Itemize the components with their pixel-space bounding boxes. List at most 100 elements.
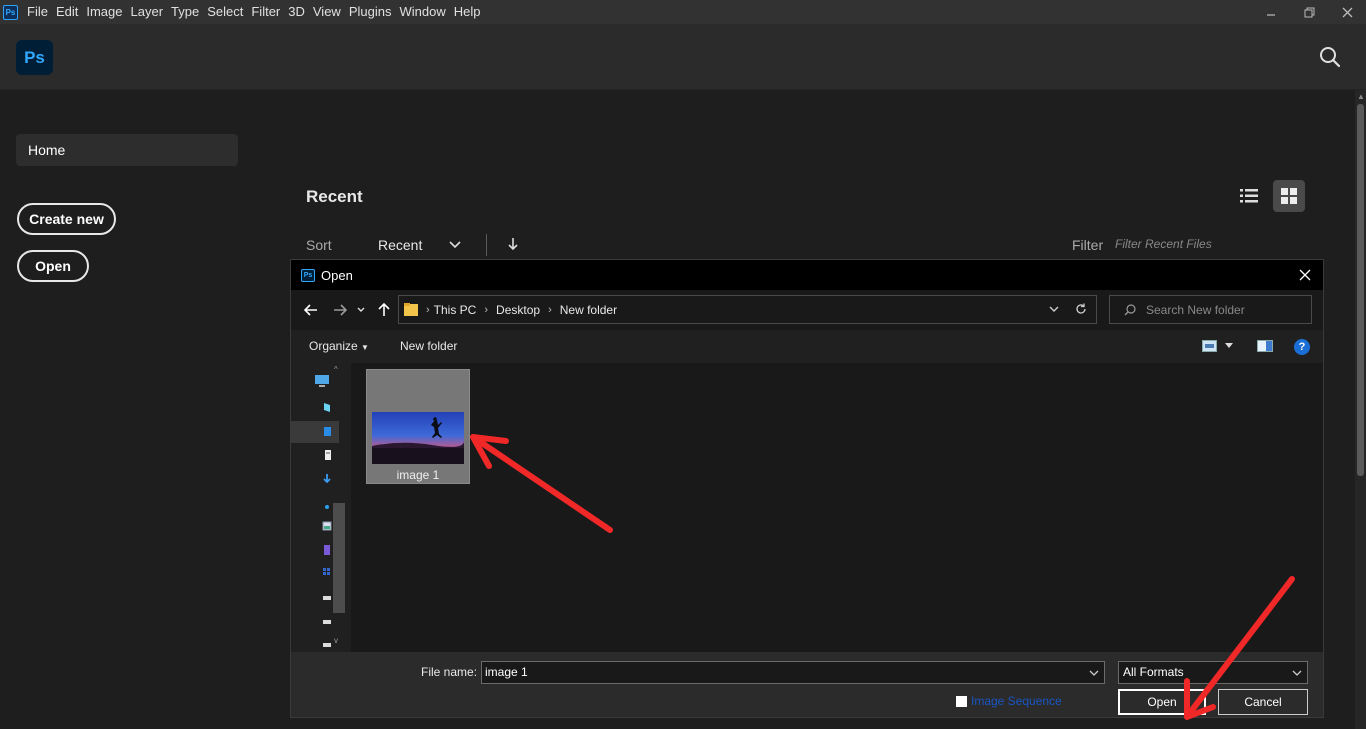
change-view-icon[interactable] — [1202, 340, 1218, 352]
this-pc-icon[interactable] — [314, 374, 330, 388]
file-thumbnail — [372, 412, 464, 464]
caret-down-icon: ▼ — [361, 343, 369, 352]
main-scrollbar[interactable]: ▲ — [1355, 90, 1366, 729]
dialog-close-button[interactable] — [1295, 265, 1315, 285]
file-item[interactable]: image 1 — [366, 369, 470, 484]
restore-icon — [1304, 7, 1314, 17]
arrow-up-icon — [378, 303, 390, 316]
up-button[interactable] — [374, 300, 394, 320]
sidebar-item-home[interactable]: Home — [16, 134, 238, 166]
sort-dropdown[interactable]: Recent — [378, 237, 422, 253]
dialog-navbar: › This PC › Desktop › New folder Search … — [291, 290, 1323, 330]
create-new-button[interactable]: Create new — [17, 203, 116, 235]
sort-label: Sort — [306, 237, 332, 253]
menu-help[interactable]: Help — [454, 0, 481, 24]
sort-direction-icon[interactable] — [506, 236, 520, 252]
breadcrumb-this-pc[interactable]: This PC — [434, 303, 477, 317]
menu-type[interactable]: Type — [171, 0, 199, 24]
breadcrumb-desktop[interactable]: Desktop — [496, 303, 540, 317]
close-icon — [1342, 7, 1352, 17]
chevron-down-icon[interactable] — [1048, 303, 1060, 315]
forward-button[interactable] — [330, 300, 350, 320]
filter-input[interactable]: Filter Recent Files — [1115, 237, 1212, 251]
breadcrumb-separator: › — [548, 303, 552, 316]
caret-down-icon[interactable] — [1225, 343, 1233, 349]
recent-title: Recent — [306, 187, 363, 206]
chevron-down-icon[interactable] — [1088, 667, 1100, 679]
menubar: Ps File Edit Image Layer Type Select Fil… — [0, 0, 1366, 24]
image-sequence-checkbox[interactable] — [956, 696, 967, 707]
refresh-icon[interactable] — [1074, 302, 1088, 316]
dialog-titlebar: Ps Open — [291, 260, 1323, 290]
filter-label: Filter — [1072, 237, 1104, 253]
file-list: image 1 — [351, 363, 1323, 652]
divider — [486, 234, 487, 256]
file-type-select[interactable]: All Formats — [1118, 661, 1308, 684]
desktop-icon[interactable] — [322, 426, 332, 438]
apps-icon[interactable] — [322, 566, 332, 578]
window-controls — [1252, 0, 1366, 24]
search-placeholder: Search New folder — [1146, 302, 1245, 317]
scroll-down-icon[interactable]: v — [334, 636, 338, 645]
organize-label: Organize — [309, 339, 358, 353]
chevron-down-icon[interactable] — [448, 237, 462, 251]
file-name-value: image 1 — [485, 665, 528, 679]
recent-locations-button[interactable] — [355, 300, 367, 320]
pictures-icon[interactable] — [322, 520, 332, 532]
scroll-up-icon[interactable]: ^ — [334, 365, 338, 374]
file-name-input[interactable]: image 1 — [481, 661, 1105, 684]
breadcrumb-new-folder[interactable]: New folder — [560, 303, 617, 317]
arrow-left-icon — [304, 304, 317, 316]
drive-icon[interactable] — [322, 591, 332, 603]
help-icon[interactable]: ? — [1294, 339, 1310, 355]
dialog-toolbar: Organize ▼ New folder ? — [291, 332, 1323, 362]
scrollbar-thumb[interactable] — [1357, 104, 1364, 476]
list-view-button[interactable] — [1235, 182, 1263, 210]
preview-pane-icon[interactable] — [1257, 340, 1273, 352]
menu-file[interactable]: File — [27, 0, 48, 24]
photoshop-window: Ps File Edit Image Layer Type Select Fil… — [0, 0, 1366, 729]
organize-button[interactable]: Organize ▼ — [309, 339, 369, 353]
image-sequence-label[interactable]: Image Sequence — [971, 694, 1062, 708]
music-icon[interactable] — [322, 502, 332, 514]
menu-view[interactable]: View — [313, 0, 341, 24]
chevron-down-icon[interactable] — [1291, 667, 1303, 679]
documents-icon[interactable] — [322, 449, 332, 461]
3d-objects-icon[interactable] — [322, 401, 332, 413]
nav-scrollbar-thumb[interactable] — [333, 503, 345, 613]
menu-layer[interactable]: Layer — [131, 0, 164, 24]
dialog-open-button[interactable]: Open — [1118, 689, 1206, 715]
photoshop-logo[interactable]: Ps — [16, 40, 53, 75]
drive-icon[interactable] — [322, 638, 332, 650]
menu-items: File Edit Image Layer Type Select Filter… — [27, 0, 488, 24]
dialog-cancel-button[interactable]: Cancel — [1218, 689, 1308, 715]
file-name: image 1 — [396, 468, 440, 482]
menu-image[interactable]: Image — [86, 0, 122, 24]
scroll-up-icon[interactable]: ▲ — [1357, 92, 1365, 101]
downloads-icon[interactable] — [322, 473, 332, 485]
grid-view-icon — [1281, 188, 1297, 204]
home-header: Ps — [0, 24, 1366, 90]
open-button[interactable]: Open — [17, 250, 89, 282]
open-dialog: Ps Open › This PC › Desktop › New folder… — [290, 259, 1324, 718]
search-folder-input[interactable]: Search New folder — [1109, 295, 1312, 324]
breadcrumb-separator: › — [484, 303, 489, 316]
menu-filter[interactable]: Filter — [251, 0, 280, 24]
menu-3d[interactable]: 3D — [288, 0, 305, 24]
videos-icon[interactable] — [322, 544, 332, 556]
menu-plugins[interactable]: Plugins — [349, 0, 392, 24]
new-folder-button[interactable]: New folder — [400, 339, 457, 353]
address-bar[interactable]: › This PC › Desktop › New folder — [398, 295, 1097, 324]
menu-window[interactable]: Window — [399, 0, 445, 24]
drive-icon[interactable] — [322, 615, 332, 627]
menu-edit[interactable]: Edit — [56, 0, 78, 24]
menu-select[interactable]: Select — [207, 0, 243, 24]
minimize-button[interactable] — [1252, 0, 1290, 24]
chevron-down-icon — [357, 307, 365, 312]
restore-button[interactable] — [1290, 0, 1328, 24]
search-icon[interactable] — [1318, 45, 1342, 69]
back-button[interactable] — [301, 300, 321, 320]
grid-view-button[interactable] — [1273, 180, 1305, 212]
list-view-icon — [1240, 189, 1258, 203]
close-button[interactable] — [1328, 0, 1366, 24]
